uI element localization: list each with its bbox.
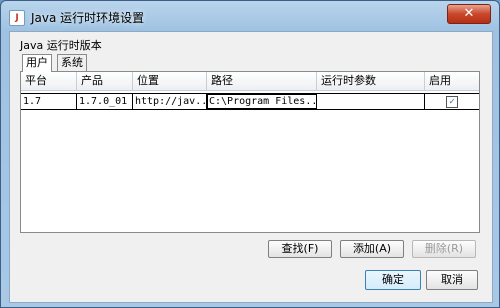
cell-enabled[interactable]: ✓ <box>425 94 479 109</box>
cell-path[interactable]: C:\Program Files... <box>207 94 317 109</box>
enabled-checkbox[interactable]: ✓ <box>446 95 458 108</box>
ok-button[interactable]: 确定 <box>365 270 421 290</box>
cell-location[interactable]: http://jav... <box>133 94 207 109</box>
column-header-location[interactable]: 位置 <box>133 72 207 90</box>
delete-button[interactable]: 删除(R) <box>412 240 476 258</box>
cancel-button[interactable]: 取消 <box>426 270 478 290</box>
tab-system[interactable]: 系统 <box>57 54 87 71</box>
window-title: Java 运行时环境设置 <box>31 11 145 25</box>
column-header-enabled[interactable]: 启用 <box>425 72 479 90</box>
find-button[interactable]: 查找(F) <box>268 240 332 258</box>
cell-params[interactable] <box>317 94 425 109</box>
dialog-content: Java 运行时版本 用户 系统 平台 产品 位置 路径 运行时参数 启用 1.… <box>9 31 493 303</box>
runtime-versions-label: Java 运行时版本 <box>20 39 102 52</box>
column-header-platform[interactable]: 平台 <box>21 72 77 90</box>
user-tab-panel: 平台 产品 位置 路径 运行时参数 启用 1.7 1.7.0_01 http:/… <box>20 71 480 233</box>
java-runtime-settings-window: J Java 运行时环境设置 ✕ Java 运行时版本 用户 系统 平台 产品 … <box>0 0 500 308</box>
cell-platform[interactable]: 1.7 <box>21 94 77 109</box>
add-button[interactable]: 添加(A) <box>340 240 404 258</box>
column-header-product[interactable]: 产品 <box>77 72 133 90</box>
java-app-icon: J <box>9 10 25 26</box>
tab-user[interactable]: 用户 <box>22 54 52 72</box>
title-bar: J Java 运行时环境设置 ✕ <box>1 1 499 31</box>
table-row[interactable]: 1.7 1.7.0_01 http://jav... C:\Program Fi… <box>21 93 479 110</box>
runtime-table: 平台 产品 位置 路径 运行时参数 启用 1.7 1.7.0_01 http:/… <box>21 72 479 110</box>
column-header-params[interactable]: 运行时参数 <box>317 72 425 90</box>
cell-product[interactable]: 1.7.0_01 <box>77 94 133 109</box>
close-button[interactable]: ✕ <box>447 4 491 24</box>
column-header-path[interactable]: 路径 <box>207 72 317 90</box>
table-header: 平台 产品 位置 路径 运行时参数 启用 <box>21 72 479 91</box>
